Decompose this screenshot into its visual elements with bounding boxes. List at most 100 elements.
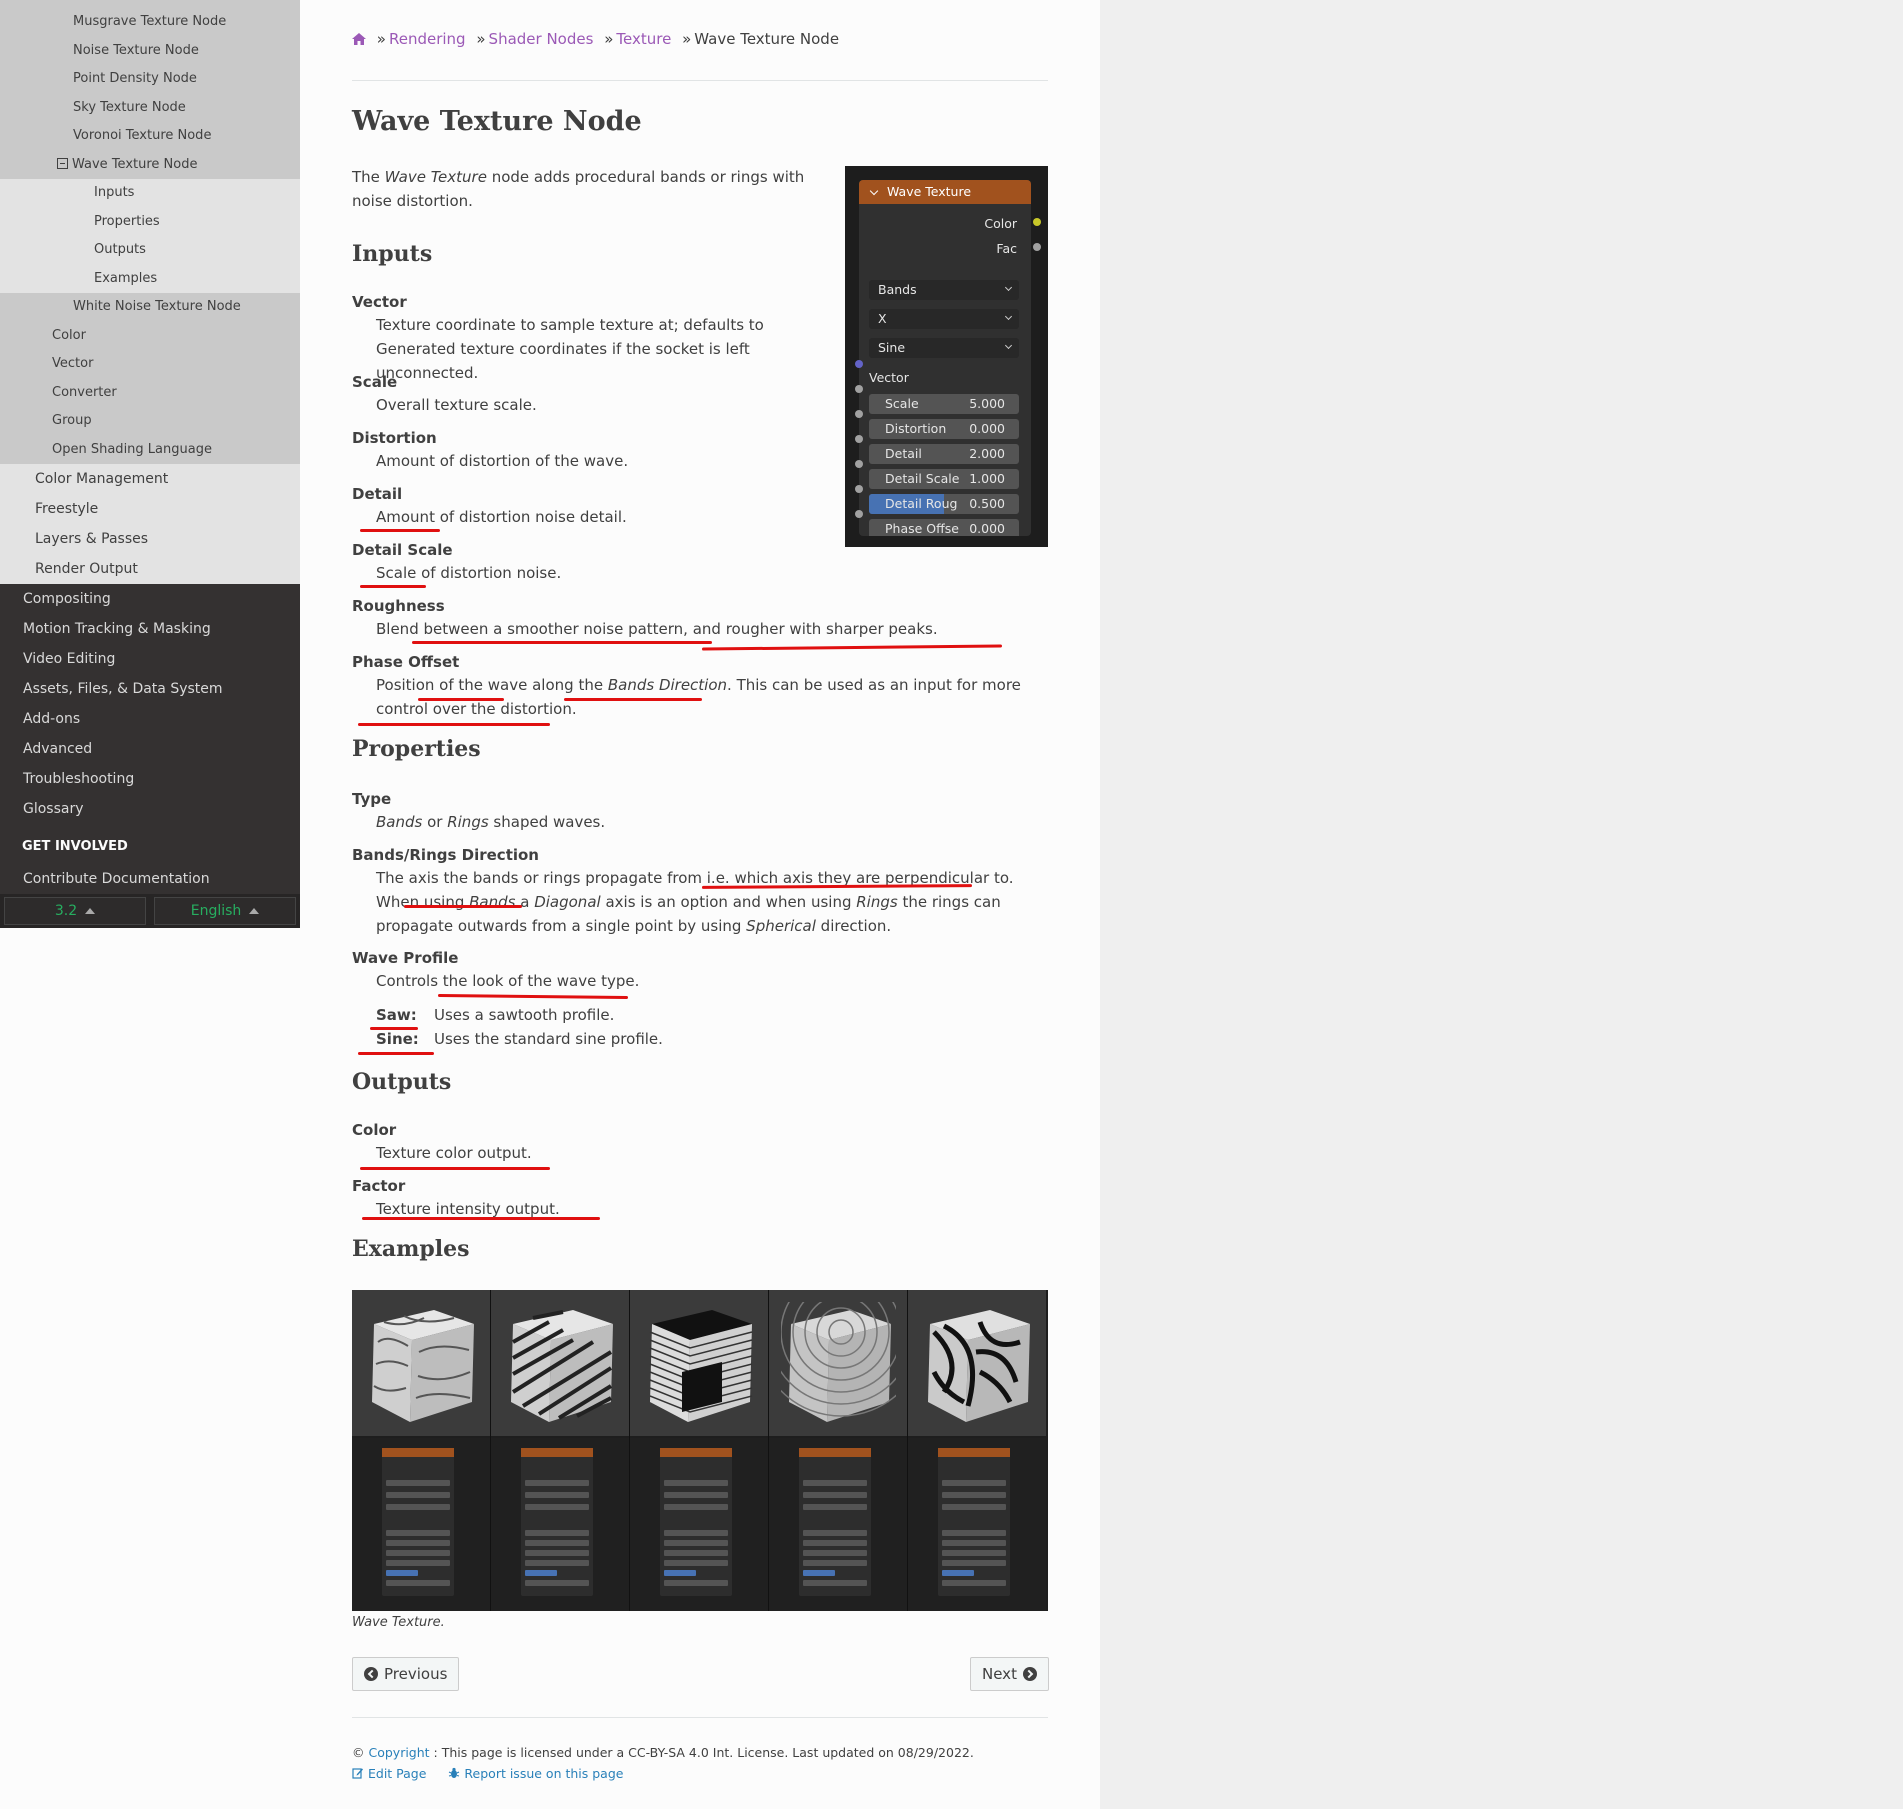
cube-render-diagonal bbox=[511, 1310, 613, 1422]
slider-label: Scale bbox=[885, 396, 919, 411]
sidebar-item-assets[interactable]: Assets, Files, & Data System bbox=[0, 674, 300, 704]
breadcrumb-shader-nodes[interactable]: Shader Nodes bbox=[489, 30, 594, 48]
sidebar-item-white-noise[interactable]: White Noise Texture Node bbox=[0, 293, 300, 322]
slider-value: 0.000 bbox=[969, 421, 1005, 436]
mini-node bbox=[799, 1448, 871, 1596]
breadcrumb-rendering[interactable]: Rendering bbox=[389, 30, 466, 48]
node-card: Wave Texture Color Fac Bands X Sine Vect… bbox=[859, 180, 1031, 536]
sidebar-item-osl[interactable]: Open Shading Language bbox=[0, 436, 300, 465]
divider bbox=[352, 1717, 1048, 1718]
dir-em-diagonal: Diagonal bbox=[534, 893, 601, 911]
socket-roughness-input bbox=[855, 485, 863, 493]
sidebar-item-outputs[interactable]: Outputs bbox=[0, 236, 300, 265]
term-phase-offset: Phase Offset bbox=[352, 653, 460, 671]
def-vector: Texture coordinate to sample texture at;… bbox=[376, 316, 764, 382]
figure-caption: Wave Texture. bbox=[352, 1615, 445, 1630]
copyright-link[interactable]: Copyright bbox=[368, 1745, 429, 1760]
breadcrumb-texture[interactable]: Texture bbox=[616, 30, 671, 48]
node-slider-detail-scale: Detail Scale 1.000 bbox=[869, 469, 1019, 489]
sidebar-item-point-density[interactable]: Point Density Node bbox=[0, 65, 300, 94]
previous-button[interactable]: Previous bbox=[352, 1657, 460, 1691]
arrow-circle-right-icon bbox=[1022, 1667, 1037, 1681]
term-scale: Scale bbox=[352, 373, 398, 391]
sidebar-item-troubleshooting[interactable]: Troubleshooting bbox=[0, 764, 300, 794]
term-distortion: Distortion bbox=[352, 429, 437, 447]
slider-label: Detail bbox=[885, 446, 922, 461]
slider-label: Phase Offse bbox=[885, 521, 959, 536]
sidebar-item-vector[interactable]: Vector bbox=[0, 350, 300, 379]
def-phase-offset: Position of the wave along the Bands Dir… bbox=[376, 673, 1046, 721]
term-color: Color bbox=[352, 1121, 397, 1139]
sidebar-item-color-management[interactable]: Color Management bbox=[0, 464, 300, 494]
def-type: Bands or Rings shaped waves. bbox=[376, 810, 1046, 834]
field-sine: Sine: bbox=[376, 1030, 419, 1048]
example-panel bbox=[352, 1290, 491, 1611]
red-underline bbox=[412, 641, 712, 644]
sidebar-item-compositing[interactable]: Compositing bbox=[0, 584, 300, 614]
chevron-down-icon bbox=[1004, 341, 1013, 350]
def-wave-profile: Controls the look of the wave type. bbox=[376, 972, 640, 990]
example-node-graph bbox=[630, 1438, 768, 1611]
node-vector-label: Vector bbox=[869, 370, 909, 385]
slider-value: 0.000 bbox=[969, 521, 1005, 536]
sidebar-item-wave-current[interactable]: Wave Texture Node bbox=[0, 151, 300, 180]
sidebar-item-glossary[interactable]: Glossary bbox=[0, 794, 300, 824]
socket-detail-input bbox=[855, 435, 863, 443]
red-underline bbox=[360, 585, 426, 588]
next-button[interactable]: Next bbox=[970, 1657, 1049, 1691]
sidebar-item-render-output[interactable]: Render Output bbox=[0, 554, 300, 584]
sidebar-item-motion-tracking[interactable]: Motion Tracking & Masking bbox=[0, 614, 300, 644]
sidebar-subsection: Inputs Properties Outputs Examples bbox=[0, 179, 300, 293]
sidebar-item-properties[interactable]: Properties bbox=[0, 208, 300, 237]
sidebar-item-contribute[interactable]: Contribute Documentation bbox=[0, 864, 300, 894]
sidebar-item-examples[interactable]: Examples bbox=[0, 265, 300, 294]
sidebar-item-musgrave[interactable]: Musgrave Texture Node bbox=[0, 8, 300, 37]
sidebar-item-noise[interactable]: Noise Texture Node bbox=[0, 37, 300, 66]
previous-label: Previous bbox=[384, 1665, 448, 1683]
sidebar-item-color[interactable]: Color bbox=[0, 322, 300, 351]
slider-label: Distortion bbox=[885, 421, 947, 436]
wave-texture-node-image: Wave Texture Color Fac Bands X Sine Vect… bbox=[845, 166, 1048, 547]
slider-label: Detail Roug bbox=[885, 496, 958, 511]
sidebar-caption-get-involved: GET INVOLVED bbox=[22, 839, 128, 854]
sidebar-item-video-editing[interactable]: Video Editing bbox=[0, 644, 300, 674]
home-icon[interactable] bbox=[352, 33, 366, 45]
cube-render-rings bbox=[781, 1302, 896, 1422]
sidebar-item-advanced[interactable]: Advanced bbox=[0, 734, 300, 764]
examples-image bbox=[352, 1290, 1048, 1611]
language-button[interactable]: English bbox=[154, 897, 296, 925]
sidebar-item-inputs[interactable]: Inputs bbox=[0, 179, 300, 208]
sidebar-current-label: Wave Texture Node bbox=[72, 156, 198, 172]
sidebar-item-freestyle[interactable]: Freestyle bbox=[0, 494, 300, 524]
phase-pre: Position of the wave along the bbox=[376, 676, 608, 694]
field-sine-body: Uses the standard sine profile. bbox=[434, 1030, 663, 1048]
sidebar-item-sky[interactable]: Sky Texture Node bbox=[0, 94, 300, 123]
sidebar-item-layers-passes[interactable]: Layers & Passes bbox=[0, 524, 300, 554]
version-button[interactable]: 3.2 bbox=[4, 897, 146, 925]
term-detail: Detail bbox=[352, 485, 403, 503]
edit-page-link[interactable]: Edit Page bbox=[352, 1766, 426, 1781]
sidebar-item-converter[interactable]: Converter bbox=[0, 379, 300, 408]
node-output-color: Color bbox=[984, 216, 1017, 231]
sidebar-item-group[interactable]: Group bbox=[0, 407, 300, 436]
red-underline bbox=[360, 529, 440, 532]
red-underline bbox=[418, 698, 504, 701]
breadcrumb-separator: » bbox=[604, 30, 614, 48]
caret-up-icon bbox=[85, 908, 96, 914]
report-issue-link[interactable]: Report issue on this page bbox=[448, 1766, 623, 1781]
mini-node bbox=[938, 1448, 1010, 1596]
red-underline bbox=[358, 723, 550, 726]
dir-2: a bbox=[515, 893, 535, 911]
red-underline bbox=[437, 994, 629, 999]
sidebar-item-voronoi[interactable]: Voronoi Texture Node bbox=[0, 122, 300, 151]
node-slider-scale: Scale 5.000 bbox=[869, 394, 1019, 414]
next-label: Next bbox=[982, 1665, 1017, 1683]
intro-paragraph: The Wave Texture node adds procedural ba… bbox=[352, 165, 822, 213]
collapse-icon[interactable] bbox=[57, 157, 68, 169]
edit-page-label: Edit Page bbox=[367, 1766, 427, 1781]
edit-icon bbox=[352, 1768, 363, 1779]
def-color: Texture color output. bbox=[376, 1144, 532, 1162]
footer-copyright: © Copyright : This page is licensed unde… bbox=[352, 1745, 974, 1760]
example-panel bbox=[908, 1290, 1046, 1611]
sidebar-item-add-ons[interactable]: Add-ons bbox=[0, 704, 300, 734]
